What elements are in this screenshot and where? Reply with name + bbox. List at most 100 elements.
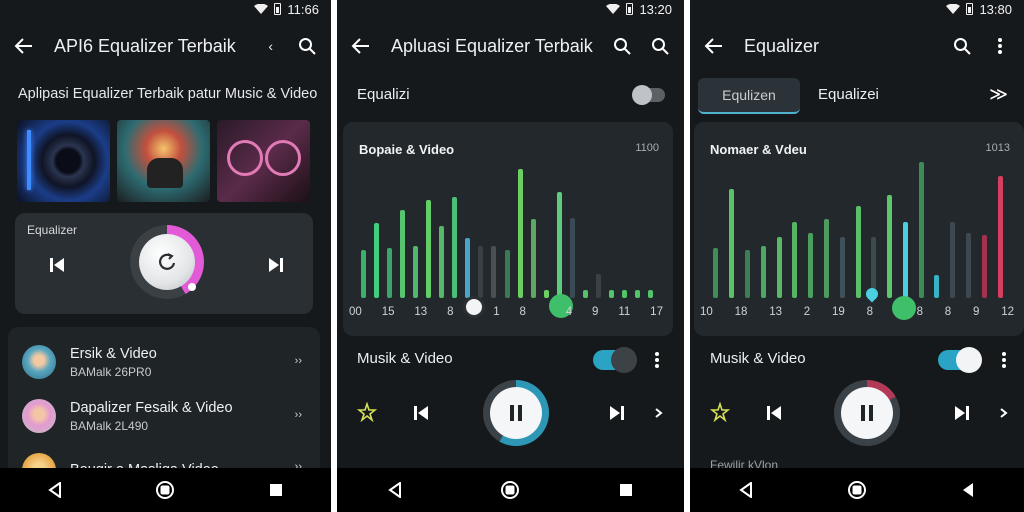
refresh-icon: [159, 253, 176, 270]
skip-previous-icon[interactable]: [762, 401, 786, 425]
search-icon-2[interactable]: [648, 34, 672, 58]
eq-band-bar[interactable]: [557, 192, 562, 298]
eq-band-bar[interactable]: [426, 200, 431, 298]
eq-band-bar[interactable]: [966, 233, 971, 298]
eq-band-bar[interactable]: [998, 176, 1003, 298]
skip-next-icon[interactable]: [950, 401, 974, 425]
eq-band-bar[interactable]: [570, 218, 575, 298]
eq-band-bar[interactable]: [887, 195, 892, 298]
equalizer-toggle[interactable]: [632, 85, 665, 105]
eq-band-bar[interactable]: [713, 248, 718, 298]
back-arrow-icon[interactable]: [349, 34, 373, 58]
eq-band-bar[interactable]: [777, 237, 782, 298]
play-pause-button[interactable]: [483, 380, 549, 446]
nav-recents-icon[interactable]: [956, 478, 980, 502]
nav-back-icon[interactable]: [734, 478, 758, 502]
band-label: 00: [349, 306, 362, 318]
eq-band-bar[interactable]: [856, 206, 861, 298]
eq-band-bar[interactable]: [609, 290, 614, 298]
eq-band-bar[interactable]: [478, 246, 483, 298]
skip-previous-icon[interactable]: [45, 253, 69, 277]
list-item[interactable]: Dapalizer Fesaik & Video BAMalk 2L490: [22, 399, 233, 433]
eq-band-bar[interactable]: [840, 237, 845, 298]
list-item[interactable]: Ersik & Video BAMalk 26PR0: [22, 345, 157, 379]
eq-band-bar[interactable]: [491, 246, 496, 298]
more-vert-icon[interactable]: [645, 348, 669, 372]
player-controls: [690, 376, 1024, 456]
eq-band-bar[interactable]: [792, 222, 797, 298]
chevron-right-icon[interactable]: [992, 401, 1016, 425]
thumbnail-dj[interactable]: [117, 120, 210, 202]
avatar: [22, 345, 56, 379]
eq-band-bar[interactable]: [824, 219, 829, 298]
band-label: 8: [944, 306, 952, 318]
eq-band-bar[interactable]: [544, 290, 549, 298]
nav-back-icon[interactable]: [383, 478, 407, 502]
nav-home-icon[interactable]: [498, 478, 522, 502]
eq-band-bar[interactable]: [950, 222, 955, 298]
eq-band-bar[interactable]: [413, 246, 418, 298]
wifi-icon: [606, 4, 621, 14]
track-toggle[interactable]: [593, 347, 637, 373]
tab-more-icon[interactable]: ≫: [989, 84, 1008, 105]
eq-band-bar[interactable]: [400, 210, 405, 298]
star-icon[interactable]: [708, 400, 732, 424]
eq-band-bar[interactable]: [635, 290, 640, 298]
equalizer-bars[interactable]: [357, 162, 657, 298]
eq-band-bar[interactable]: [622, 290, 627, 298]
eq-band-bar[interactable]: [919, 162, 924, 298]
back-arrow-icon[interactable]: [12, 34, 36, 58]
eq-band-bar[interactable]: [761, 246, 766, 298]
status-time: 13:20: [639, 1, 672, 17]
back-arrow-icon[interactable]: [702, 34, 726, 58]
nav-recents-icon[interactable]: [614, 478, 638, 502]
knob-center: [139, 234, 195, 290]
eq-band-bar[interactable]: [387, 248, 392, 298]
eq-band-bar[interactable]: [808, 233, 813, 298]
equalizer-card: Equalizer: [15, 213, 313, 314]
band-label: 8: [916, 306, 923, 318]
page-title: Equalizer: [744, 35, 820, 56]
thumbnail-boombox[interactable]: [217, 120, 310, 202]
eq-band-bar[interactable]: [729, 189, 734, 298]
nav-home-icon[interactable]: [845, 478, 869, 502]
eq-band-bar[interactable]: [903, 222, 908, 298]
eq-band-bar[interactable]: [518, 169, 523, 298]
app-bar: API6 Equalizer Terbaik ‹: [0, 26, 331, 66]
chevron-right-icon[interactable]: ››: [295, 409, 302, 421]
play-pause-button[interactable]: [834, 380, 900, 446]
equalizer-bars[interactable]: [708, 162, 1008, 298]
star-icon[interactable]: [355, 400, 379, 424]
skip-previous-icon[interactable]: [409, 401, 433, 425]
skip-next-icon[interactable]: [264, 253, 288, 277]
track-toggle[interactable]: [938, 347, 982, 373]
eq-band-bar[interactable]: [982, 235, 987, 298]
chevron-right-icon[interactable]: [647, 401, 671, 425]
eq-band-bar[interactable]: [374, 223, 379, 298]
eq-band-bar[interactable]: [745, 250, 750, 298]
eq-band-bar[interactable]: [531, 219, 536, 298]
tab-equalizer-active[interactable]: Equlizen: [698, 78, 800, 114]
equalizer-value: 1100: [635, 142, 659, 154]
tab-equalizer[interactable]: Equalizei: [818, 86, 879, 103]
search-icon[interactable]: [295, 34, 319, 58]
search-icon[interactable]: [950, 34, 974, 58]
thumbnail-speaker[interactable]: [17, 120, 110, 202]
eq-band-bar[interactable]: [596, 274, 601, 298]
more-vert-icon[interactable]: [992, 348, 1016, 372]
nav-recents-icon[interactable]: [264, 478, 288, 502]
eq-band-bar[interactable]: [452, 197, 457, 298]
eq-band-bar[interactable]: [505, 250, 510, 298]
eq-band-bar[interactable]: [465, 238, 470, 298]
more-vert-icon[interactable]: [988, 34, 1012, 58]
nav-back-icon[interactable]: [43, 478, 67, 502]
chevron-right-icon[interactable]: ››: [295, 355, 302, 367]
eq-band-bar[interactable]: [583, 290, 588, 298]
eq-band-bar[interactable]: [361, 250, 366, 298]
nav-home-icon[interactable]: [153, 478, 177, 502]
skip-next-icon[interactable]: [605, 401, 629, 425]
eq-band-bar[interactable]: [439, 226, 444, 298]
eq-band-bar[interactable]: [648, 290, 653, 298]
eq-band-bar[interactable]: [934, 275, 939, 298]
search-icon[interactable]: [610, 34, 634, 58]
